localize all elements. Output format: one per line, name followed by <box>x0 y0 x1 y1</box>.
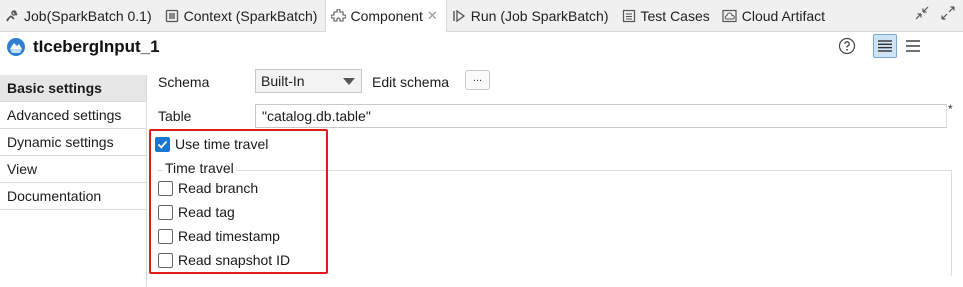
edit-schema-label: Edit schema <box>372 74 450 90</box>
list-view-icon <box>878 40 892 52</box>
tab-label: Cloud Artifact <box>741 7 826 24</box>
title-tools <box>837 34 925 58</box>
context-icon <box>164 8 180 24</box>
schema-select[interactable]: Built-In <box>255 69 362 93</box>
help-icon[interactable] <box>837 36 857 56</box>
cloud-artifact-icon <box>722 8 738 24</box>
settings-sidenav: Basic settings Advanced settings Dynamic… <box>0 75 147 287</box>
test-cases-icon <box>621 8 637 24</box>
compact-view-icon <box>906 40 920 52</box>
read-branch-checkbox[interactable] <box>158 180 173 196</box>
sidebar-item-advanced-settings[interactable]: Advanced settings <box>0 102 146 129</box>
component-title: tIcebergInput_1 <box>33 37 160 56</box>
read-snapshot-id-checkbox[interactable] <box>158 252 173 268</box>
read-branch-label: Read branch <box>178 180 259 196</box>
checkmark-icon <box>157 140 168 149</box>
window-controls <box>913 4 957 22</box>
tab-test-cases[interactable]: Test Cases <box>617 0 718 31</box>
editor-tab-bar: Job(SparkBatch 0.1) Context (SparkBatch)… <box>0 0 963 32</box>
tab-job[interactable]: Job(SparkBatch 0.1) <box>0 0 160 31</box>
component-title-bar: tIcebergInput_1 <box>0 32 963 62</box>
edit-schema-button[interactable]: ... <box>465 70 490 90</box>
run-icon <box>451 8 467 24</box>
sidebar-item-basic-settings[interactable]: Basic settings <box>0 75 146 102</box>
schema-select-value: Built-In <box>261 73 305 89</box>
sidebar-item-dynamic-settings[interactable]: Dynamic settings <box>0 129 146 156</box>
sidebar-item-view[interactable]: View <box>0 156 146 183</box>
tab-cloud-artifact[interactable]: Cloud Artifact <box>718 0 833 31</box>
read-timestamp-checkbox[interactable] <box>158 228 173 244</box>
schema-label: Schema <box>158 74 210 90</box>
tab-label: Run (Job SparkBatch) <box>470 7 609 24</box>
table-input[interactable]: "catalog.db.table" <box>255 104 947 128</box>
read-branch-row[interactable]: Read branch <box>158 180 258 196</box>
read-tag-row[interactable]: Read tag <box>158 204 235 220</box>
component-icon <box>330 8 346 24</box>
table-label: Table <box>158 108 192 124</box>
tab-component[interactable]: Component ✕ <box>325 0 447 32</box>
sidebar-item-documentation[interactable]: Documentation <box>0 183 146 210</box>
tab-run[interactable]: Run (Job SparkBatch) <box>447 0 617 31</box>
maximize-icon[interactable] <box>939 4 957 22</box>
required-marker: * <box>948 102 953 116</box>
compact-view-toggle[interactable] <box>901 34 925 58</box>
dropdown-arrow-icon <box>343 78 355 85</box>
read-tag-checkbox[interactable] <box>158 204 173 220</box>
use-time-travel-row[interactable]: Use time travel <box>155 136 268 152</box>
job-icon <box>4 8 20 24</box>
read-tag-label: Read tag <box>178 204 235 220</box>
tab-label: Job(SparkBatch 0.1) <box>24 7 152 24</box>
use-time-travel-checkbox[interactable] <box>155 136 170 152</box>
read-timestamp-label: Read timestamp <box>178 228 280 244</box>
tab-label: Test Cases <box>640 7 710 24</box>
close-icon[interactable]: ✕ <box>427 8 438 24</box>
use-time-travel-label: Use time travel <box>175 136 269 152</box>
tab-label: Context (SparkBatch) <box>183 7 318 24</box>
minimize-icon[interactable] <box>913 4 931 22</box>
tab-label: Component <box>350 8 423 24</box>
iceberg-component-icon <box>5 36 27 58</box>
list-view-toggle[interactable] <box>873 34 897 58</box>
read-snapshot-id-row[interactable]: Read snapshot ID <box>158 252 290 268</box>
read-snapshot-id-label: Read snapshot ID <box>178 252 291 268</box>
tab-context[interactable]: Context (SparkBatch) <box>160 0 326 31</box>
time-travel-legend: Time travel <box>163 160 236 176</box>
read-timestamp-row[interactable]: Read timestamp <box>158 228 280 244</box>
